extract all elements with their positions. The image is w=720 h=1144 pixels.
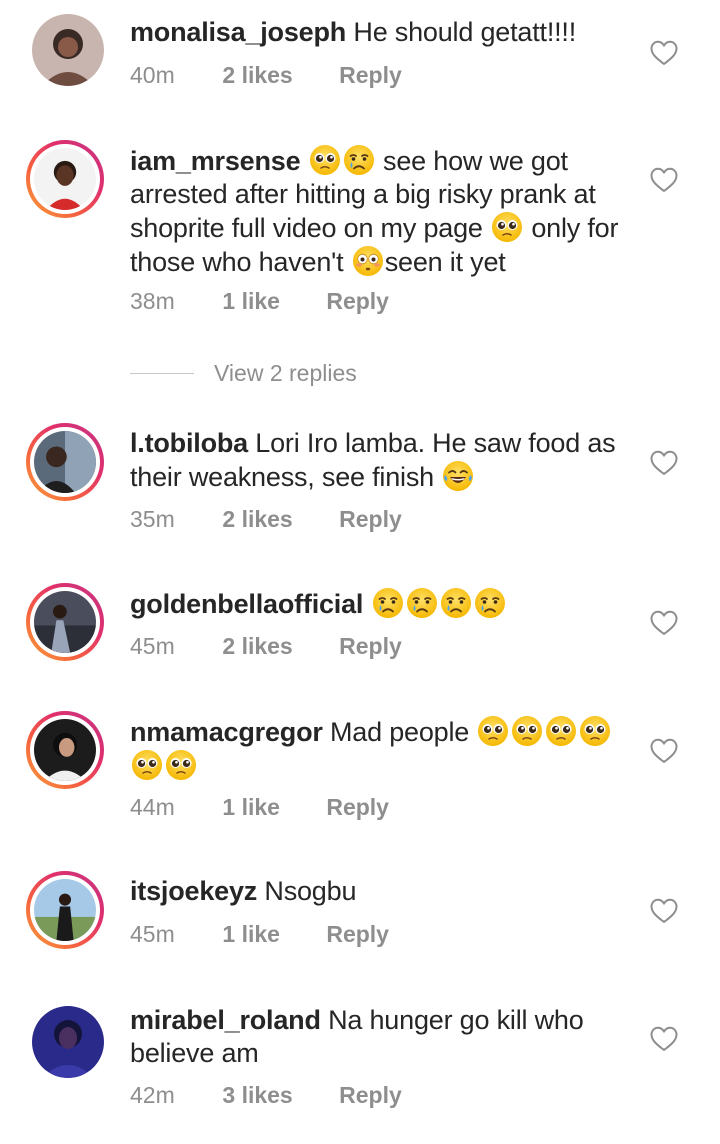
heart-icon[interactable] bbox=[650, 167, 678, 193]
pleading-face-emoji bbox=[579, 715, 611, 747]
comment-username[interactable]: itsjoekeyz bbox=[130, 876, 257, 906]
heart-icon[interactable] bbox=[650, 738, 678, 764]
comment-text: l.tobiloba Lori Iro lamba. He saw food a… bbox=[130, 427, 630, 494]
reply-button[interactable]: Reply bbox=[339, 1082, 402, 1109]
avatar[interactable] bbox=[32, 14, 104, 86]
comment-meta: 42m 3 likes Reply bbox=[130, 1082, 402, 1109]
avatar-image bbox=[34, 719, 96, 781]
pleading-face-emoji bbox=[511, 715, 543, 747]
avatar-image bbox=[34, 148, 96, 210]
comment-text: mirabel_roland Na hunger go kill who bel… bbox=[130, 1004, 630, 1070]
avatar-image bbox=[32, 14, 104, 86]
pleading-face-emoji bbox=[131, 749, 163, 781]
comment-time: 38m bbox=[130, 288, 175, 314]
heart-icon[interactable] bbox=[650, 898, 678, 924]
pleading-face-emoji bbox=[545, 715, 577, 747]
crying-face-emoji bbox=[474, 587, 506, 619]
heart-icon[interactable] bbox=[650, 450, 678, 476]
pleading-face-emoji bbox=[165, 749, 197, 781]
avatar[interactable] bbox=[26, 583, 104, 661]
flushed-face-emoji bbox=[352, 245, 384, 277]
reply-button[interactable]: Reply bbox=[326, 794, 389, 821]
reply-button[interactable]: Reply bbox=[339, 62, 402, 89]
comment-meta: 45m 1 like Reply bbox=[130, 921, 389, 948]
comment-time: 44m bbox=[130, 794, 175, 820]
comment-likes[interactable]: 2 likes bbox=[222, 633, 292, 660]
heart-icon[interactable] bbox=[650, 40, 678, 66]
comment-username[interactable]: monalisa_joseph bbox=[130, 17, 346, 47]
heart-icon[interactable] bbox=[650, 1026, 678, 1052]
tears-of-joy-emoji bbox=[442, 460, 474, 492]
comment-likes[interactable]: 2 likes bbox=[222, 506, 292, 533]
comment-username[interactable]: l.tobiloba bbox=[130, 428, 248, 458]
reply-button[interactable]: Reply bbox=[326, 288, 389, 315]
comment-body: Mad people bbox=[329, 717, 470, 747]
comment-time: 40m bbox=[130, 62, 175, 88]
avatar[interactable] bbox=[26, 423, 104, 501]
comment-time: 42m bbox=[130, 1082, 175, 1108]
pleading-face-emoji bbox=[309, 144, 341, 176]
avatar-image bbox=[34, 431, 96, 493]
reply-button[interactable]: Reply bbox=[339, 506, 402, 533]
comment-likes[interactable]: 2 likes bbox=[222, 62, 292, 89]
comment-text: nmamacgregor Mad people bbox=[130, 715, 630, 783]
comment-text: monalisa_joseph He should getatt!!!! bbox=[130, 16, 630, 49]
comment-body: He should getatt!!!! bbox=[353, 17, 577, 47]
avatar[interactable] bbox=[26, 140, 104, 218]
avatar[interactable] bbox=[32, 1006, 104, 1078]
comment-body-end: seen it yet bbox=[384, 247, 506, 277]
comment-text: iam_mrsense see how we got arrested afte… bbox=[130, 144, 630, 279]
comment-likes[interactable]: 1 like bbox=[222, 288, 280, 315]
comment-username[interactable]: iam_mrsense bbox=[130, 146, 301, 176]
reply-button[interactable]: Reply bbox=[339, 633, 402, 660]
crying-face-emoji bbox=[440, 587, 472, 619]
comment-meta: 38m 1 like Reply bbox=[130, 288, 389, 315]
crying-face-emoji bbox=[372, 587, 404, 619]
reply-button[interactable]: Reply bbox=[326, 921, 389, 948]
crying-face-emoji bbox=[343, 144, 375, 176]
comment-likes[interactable]: 1 like bbox=[222, 921, 280, 948]
pleading-face-emoji bbox=[477, 715, 509, 747]
comment-text: itsjoekeyz Nsogbu bbox=[130, 875, 630, 908]
avatar-image bbox=[34, 591, 96, 653]
comment-body: Nsogbu bbox=[264, 876, 357, 906]
comment-text: goldenbellaofficial bbox=[130, 587, 630, 621]
comment-time: 45m bbox=[130, 921, 175, 947]
comment-meta: 44m 1 like Reply bbox=[130, 794, 389, 821]
comment-meta: 35m 2 likes Reply bbox=[130, 506, 402, 533]
avatar[interactable] bbox=[26, 871, 104, 949]
view-replies-button[interactable]: View 2 replies bbox=[130, 358, 357, 388]
comment-time: 45m bbox=[130, 633, 175, 659]
crying-face-emoji bbox=[406, 587, 438, 619]
comment-username[interactable]: nmamacgregor bbox=[130, 717, 323, 747]
avatar[interactable] bbox=[26, 711, 104, 789]
comment-username[interactable]: mirabel_roland bbox=[130, 1005, 321, 1035]
comment-likes[interactable]: 1 like bbox=[222, 794, 280, 821]
comment-meta: 40m 2 likes Reply bbox=[130, 62, 402, 89]
view-replies-label: View 2 replies bbox=[214, 359, 357, 386]
comment-time: 35m bbox=[130, 506, 175, 532]
avatar-image bbox=[34, 879, 96, 941]
replies-divider bbox=[130, 372, 194, 374]
heart-icon[interactable] bbox=[650, 610, 678, 636]
comment-meta: 45m 2 likes Reply bbox=[130, 633, 402, 660]
avatar-image bbox=[32, 1006, 104, 1078]
comment-username[interactable]: goldenbellaofficial bbox=[130, 589, 363, 619]
comment-likes[interactable]: 3 likes bbox=[222, 1082, 292, 1109]
pleading-face-emoji bbox=[491, 211, 523, 243]
